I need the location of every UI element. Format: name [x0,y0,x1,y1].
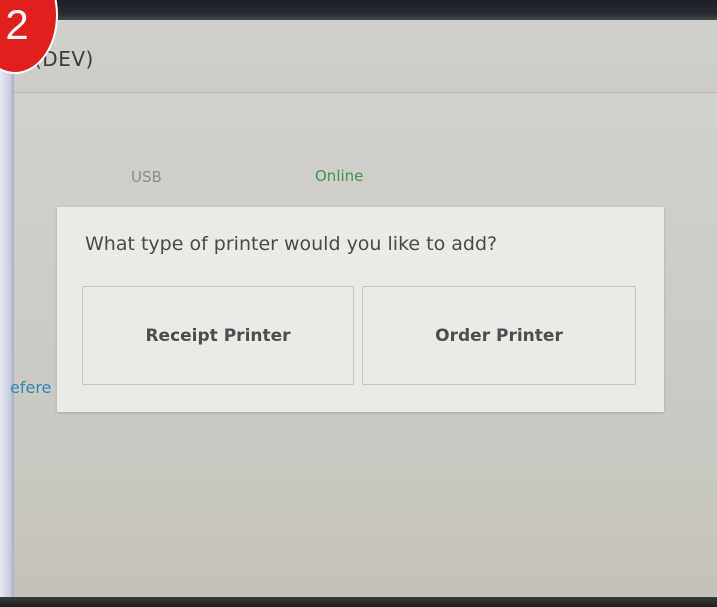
add-printer-dialog: What type of printer would you like to a… [57,207,664,412]
photo-frame-left [0,0,14,607]
device-bezel-bottom [0,597,717,607]
order-printer-button[interactable]: Order Printer [362,286,636,385]
device-bezel-top [0,0,717,20]
step-number: 2 [5,1,29,48]
receipt-printer-button[interactable]: Receipt Printer [82,286,354,385]
order-printer-label: Order Printer [435,325,563,346]
dialog-title: What type of printer would you like to a… [85,233,498,255]
app-header [14,20,717,93]
receipt-printer-label: Receipt Printer [145,325,291,346]
